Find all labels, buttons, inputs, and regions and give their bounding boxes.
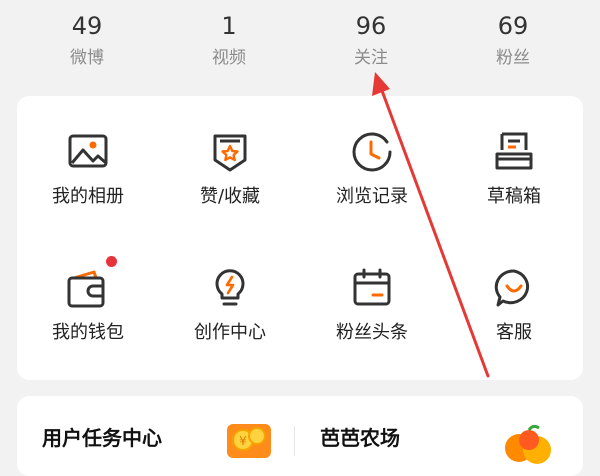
grid-item-label: 草稿箱 bbox=[487, 186, 541, 207]
gold-coins-icon: ¥ bbox=[227, 424, 271, 458]
grid-item-wallet[interactable]: 我的钱包 bbox=[17, 256, 159, 346]
stat-posts-label: 微博 bbox=[70, 48, 104, 68]
photo-album-icon bbox=[68, 134, 108, 168]
grid-item-customer-service[interactable]: 客服 bbox=[443, 266, 585, 346]
grid-item-fan-headlines[interactable]: 粉丝头条 bbox=[301, 266, 443, 346]
history-clock-icon bbox=[352, 132, 392, 172]
grid-item-history[interactable]: 浏览记录 bbox=[301, 130, 443, 210]
stat-following-label: 关注 bbox=[354, 48, 388, 68]
stat-following[interactable]: 96 关注 bbox=[311, 8, 431, 72]
favorite-star-icon bbox=[213, 134, 247, 172]
draft-box-icon bbox=[495, 132, 533, 170]
stat-videos-label: 视频 bbox=[212, 48, 246, 68]
grid-item-label: 赞/收藏 bbox=[199, 186, 261, 207]
calendar-icon bbox=[353, 268, 391, 306]
farm-title[interactable]: 芭芭农场 bbox=[320, 422, 400, 451]
wallet-icon bbox=[67, 270, 105, 308]
task-center-title[interactable]: 用户任务中心 bbox=[42, 422, 162, 451]
stat-videos-value: 1 bbox=[221, 12, 237, 40]
grid-item-drafts[interactable]: 草稿箱 bbox=[443, 130, 585, 210]
stat-posts-value: 49 bbox=[71, 12, 103, 40]
fruit-icon bbox=[505, 424, 551, 464]
card-divider bbox=[294, 426, 295, 456]
profile-stats: 49 微博 1 视频 96 关注 69 粉丝 bbox=[0, 0, 600, 90]
stat-followers-value: 69 bbox=[497, 12, 529, 40]
stat-posts[interactable]: 49 微博 bbox=[27, 8, 147, 72]
feature-grid-card: 我的相册 赞/收藏 浏览记录 草稿箱 我的钱包 创作中心 粉丝头条 客服 bbox=[17, 96, 583, 380]
grid-item-likes-favorites[interactable]: 赞/收藏 bbox=[159, 130, 301, 210]
svg-text:¥: ¥ bbox=[239, 434, 247, 448]
grid-item-label: 浏览记录 bbox=[336, 186, 408, 207]
stat-following-value: 96 bbox=[355, 12, 387, 40]
chat-bubble-icon bbox=[494, 269, 530, 307]
grid-item-creator-center[interactable]: 创作中心 bbox=[159, 266, 301, 346]
notification-badge bbox=[106, 256, 117, 267]
grid-item-label: 我的相册 bbox=[52, 186, 124, 207]
grid-item-photo-album[interactable]: 我的相册 bbox=[17, 130, 159, 210]
stat-followers-label: 粉丝 bbox=[496, 48, 530, 68]
tasks-card: 用户任务中心 ¥ 芭芭农场 bbox=[17, 396, 583, 476]
grid-item-label: 创作中心 bbox=[194, 322, 266, 343]
lightbulb-icon bbox=[215, 269, 245, 306]
stat-videos[interactable]: 1 视频 bbox=[169, 8, 289, 72]
stat-followers[interactable]: 69 粉丝 bbox=[453, 8, 573, 72]
grid-item-label: 粉丝头条 bbox=[336, 322, 408, 343]
grid-item-label: 我的钱包 bbox=[52, 322, 124, 343]
grid-item-label: 客服 bbox=[496, 322, 532, 343]
